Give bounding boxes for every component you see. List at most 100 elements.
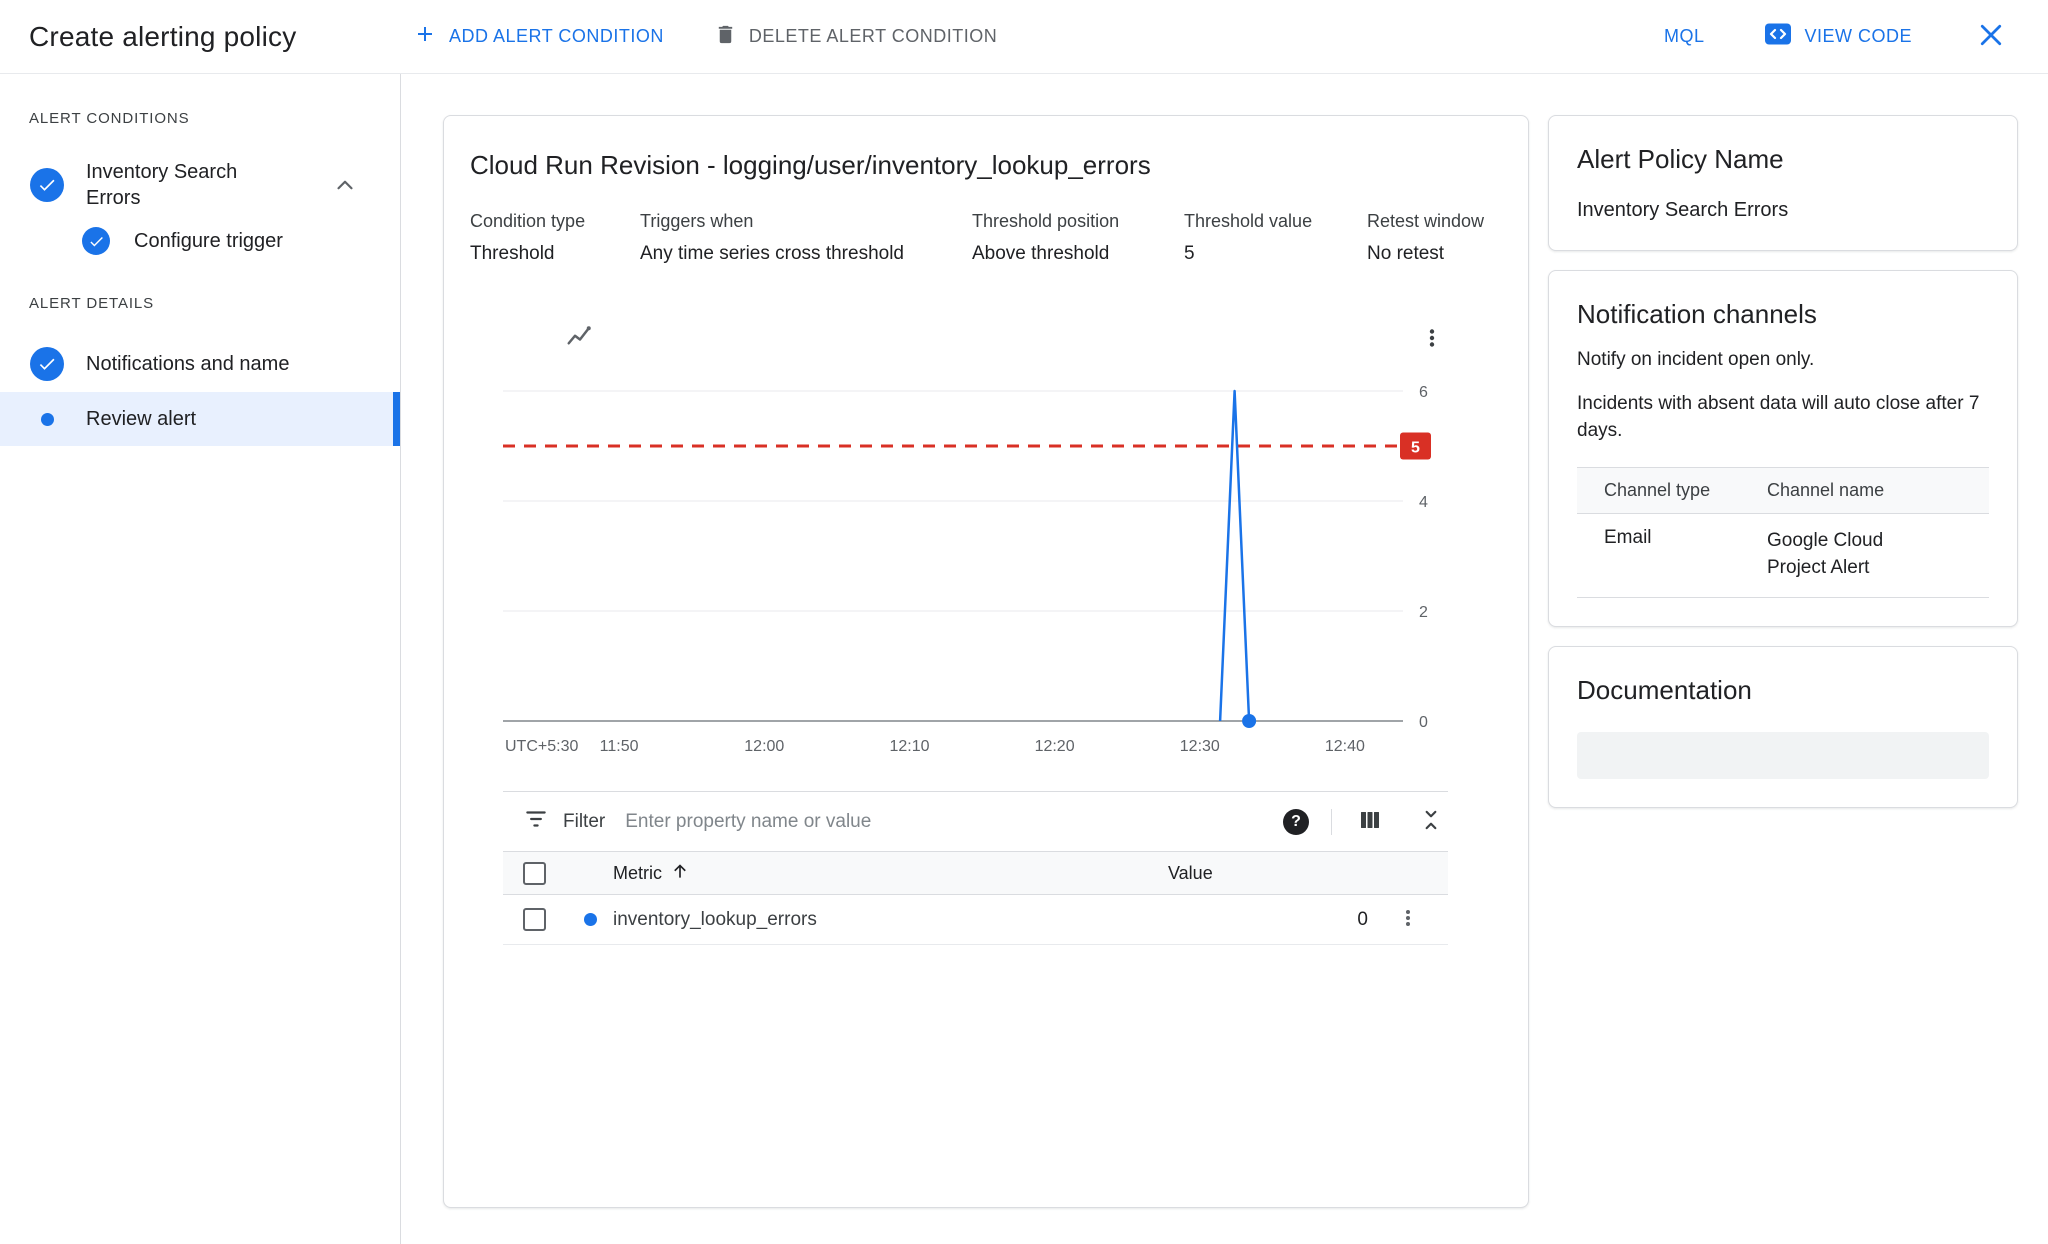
svg-text:12:10: 12:10 <box>889 738 929 755</box>
condition-review-card: Cloud Run Revision - logging/user/invent… <box>443 115 1529 1208</box>
chart-menu-button[interactable] <box>1416 322 1448 357</box>
plus-icon <box>413 22 437 51</box>
help-icon[interactable]: ? <box>1283 809 1309 835</box>
field-value: No retest <box>1367 243 1498 265</box>
condition-summary: Condition type Threshold Triggers when A… <box>470 211 1498 265</box>
alert-conditions-section-label: ALERT CONDITIONS <box>29 110 400 127</box>
condition-field: Triggers when Any time series cross thre… <box>640 211 972 265</box>
alert-policy-name-value: Inventory Search Errors <box>1577 199 1989 222</box>
unfold-less-icon <box>1418 807 1444 836</box>
close-icon <box>1976 20 2006 53</box>
sidebar-item-notifications[interactable]: Notifications and name <box>0 336 400 392</box>
field-label: Threshold value <box>1184 211 1367 232</box>
field-label: Condition type <box>470 211 640 232</box>
top-bar: Create alerting policy ADD ALERT CONDITI… <box>0 0 2048 74</box>
value-column-header: Value <box>1168 863 1368 884</box>
svg-text:UTC+5:30: UTC+5:30 <box>505 738 578 755</box>
field-label: Retest window <box>1367 211 1498 232</box>
svg-text:12:30: 12:30 <box>1180 738 1220 755</box>
steps-sidebar: ALERT CONDITIONS Inventory Search Errors… <box>0 74 401 1244</box>
add-alert-condition-button[interactable]: ADD ALERT CONDITION <box>401 12 676 61</box>
field-value: 5 <box>1184 243 1367 265</box>
kebab-menu-icon <box>1420 326 1444 353</box>
field-value: Threshold <box>470 243 640 265</box>
documentation-input[interactable] <box>1577 732 1989 779</box>
sidebar-item-configure-trigger[interactable]: Configure trigger <box>0 221 400 261</box>
select-all-checkbox[interactable] <box>523 862 546 885</box>
alert-policy-name-title: Alert Policy Name <box>1577 144 1989 175</box>
check-circle-icon <box>30 347 64 381</box>
metrics-explorer-icon[interactable] <box>565 322 595 357</box>
field-label: Threshold position <box>972 211 1184 232</box>
view-code-button[interactable]: VIEW CODE <box>1764 10 1924 63</box>
row-checkbox[interactable] <box>523 908 546 931</box>
condition-field: Threshold value 5 <box>1184 211 1367 265</box>
page-title: Create alerting policy <box>29 21 296 52</box>
metrics-table-row[interactable]: inventory_lookup_errors 0 <box>503 895 1448 945</box>
channel-name-value: Google Cloud Project Alert <box>1767 527 1907 582</box>
metric-value: 0 <box>1168 909 1368 931</box>
view-code-label: VIEW CODE <box>1804 26 1912 47</box>
current-step-dot-icon <box>41 413 54 426</box>
series-color-dot <box>584 913 597 926</box>
trash-icon <box>714 23 737 51</box>
alert-policy-name-card: Alert Policy Name Inventory Search Error… <box>1548 115 2018 251</box>
channel-row: Email Google Cloud Project Alert <box>1577 514 1989 598</box>
sort-arrow-up-icon[interactable] <box>670 861 690 886</box>
page-title-box: Create alerting policy <box>29 21 401 53</box>
metric-column-header: Metric <box>613 863 662 884</box>
filter-label: Filter <box>563 811 605 833</box>
field-value: Any time series cross threshold <box>640 243 972 265</box>
condition-card-title: Cloud Run Revision - logging/user/invent… <box>470 150 1498 181</box>
svg-text:12:20: 12:20 <box>1035 738 1075 755</box>
documentation-title: Documentation <box>1577 675 1989 706</box>
check-circle-icon <box>82 227 110 255</box>
alert-details-section-label: ALERT DETAILS <box>29 295 400 312</box>
svg-text:6: 6 <box>1419 384 1428 401</box>
channel-type-header: Channel type <box>1604 480 1767 501</box>
sidebar-item-condition[interactable]: Inventory Search Errors <box>0 151 400 219</box>
delete-alert-condition-button[interactable]: DELETE ALERT CONDITION <box>702 13 1009 61</box>
row-menu-button[interactable] <box>1393 903 1423 936</box>
configure-trigger-label: Configure trigger <box>134 228 283 254</box>
chevron-up-icon[interactable] <box>332 172 358 198</box>
svg-text:5: 5 <box>1411 440 1420 457</box>
field-label: Triggers when <box>640 211 972 232</box>
channel-name-header: Channel name <box>1767 480 1989 501</box>
notification-channels-card: Notification channels Notify on incident… <box>1548 270 2018 627</box>
svg-text:11:50: 11:50 <box>600 738 639 755</box>
close-button[interactable] <box>1972 16 2010 57</box>
filter-bar: Filter ? <box>503 791 1448 851</box>
mql-label: MQL <box>1664 26 1705 47</box>
filter-icon <box>523 806 549 837</box>
kebab-menu-icon <box>1397 907 1419 932</box>
condition-field: Threshold position Above threshold <box>972 211 1184 265</box>
mql-button[interactable]: MQL <box>1652 16 1717 57</box>
condition-field: Condition type Threshold <box>470 211 640 265</box>
collapse-table-button[interactable] <box>1414 803 1448 840</box>
svg-text:12:00: 12:00 <box>744 738 784 755</box>
channel-type-value: Email <box>1604 527 1767 582</box>
column-selector-icon <box>1358 808 1382 835</box>
documentation-card: Documentation <box>1548 646 2018 808</box>
metric-name: inventory_lookup_errors <box>613 909 1168 931</box>
sidebar-item-review-alert[interactable]: Review alert <box>0 392 400 446</box>
notification-channels-title: Notification channels <box>1577 299 1989 330</box>
check-circle-icon <box>30 168 64 202</box>
timeseries-svg: 024611:5012:0012:1012:2012:3012:40UTC+5:… <box>503 361 1448 769</box>
notify-policy-text: Notify on incident open only. <box>1577 346 1989 374</box>
channels-table: Channel type Channel name Email Google C… <box>1577 467 1989 598</box>
metrics-table-header: Metric Value <box>503 851 1448 895</box>
filter-input[interactable] <box>625 811 1283 833</box>
code-icon <box>1764 20 1792 53</box>
selected-accent-bar <box>393 392 400 446</box>
svg-text:4: 4 <box>1419 494 1428 511</box>
sidebar-item-condition-label: Inventory Search Errors <box>86 159 276 211</box>
add-alert-condition-label: ADD ALERT CONDITION <box>449 26 664 47</box>
review-alert-label: Review alert <box>86 406 196 432</box>
divider <box>1331 809 1332 835</box>
timeseries-chart: 024611:5012:0012:1012:2012:3012:40UTC+5:… <box>503 321 1448 945</box>
header-right-actions: MQL VIEW CODE <box>1652 10 2010 63</box>
auto-close-text: Incidents with absent data will auto clo… <box>1577 390 1989 445</box>
column-selector-button[interactable] <box>1354 804 1386 839</box>
